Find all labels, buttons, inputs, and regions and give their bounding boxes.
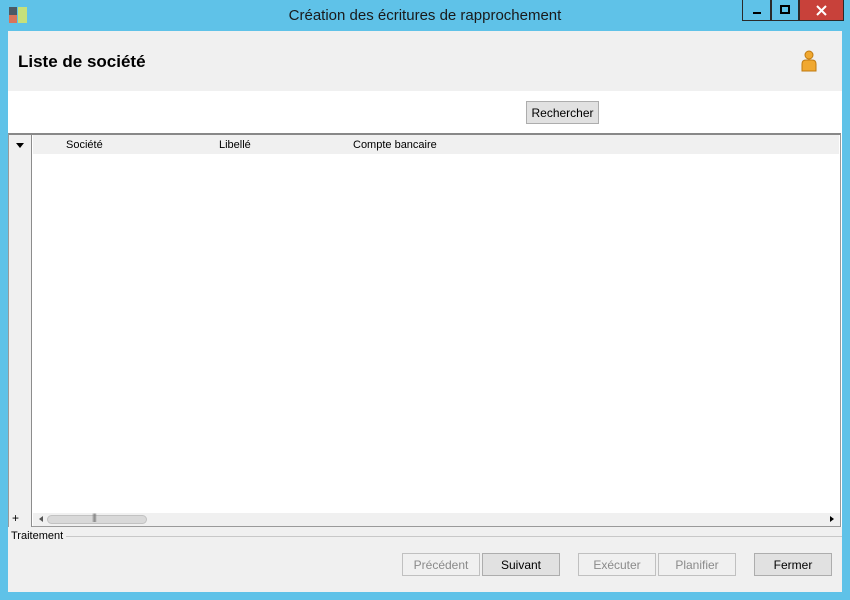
group-label-traitement: Traitement — [11, 530, 64, 542]
next-button[interactable]: Suivant — [482, 553, 560, 576]
minimize-icon — [752, 12, 761, 14]
close-button[interactable] — [799, 0, 844, 21]
scroll-left-icon[interactable] — [39, 516, 43, 522]
horizontal-scrollbar[interactable]: + — [12, 511, 840, 526]
column-header-compte-bancaire[interactable]: Compte bancaire — [353, 139, 437, 151]
page-title: Liste de société — [18, 52, 146, 71]
user-icon[interactable] — [799, 50, 819, 72]
search-panel: Rechercher — [8, 91, 842, 132]
grid-column-header: Société Libellé Compte bancaire — [33, 135, 839, 154]
client-area: Liste de société Rechercher Société Libe… — [8, 31, 842, 592]
minimize-button[interactable] — [742, 0, 771, 21]
column-header-libelle[interactable]: Libellé — [219, 139, 251, 151]
maximize-icon — [780, 5, 790, 14]
title-bar[interactable]: Création des écritures de rapprochement — [0, 0, 850, 30]
scroll-thumb[interactable] — [47, 512, 147, 524]
page-header: Liste de société — [8, 31, 842, 91]
scroll-right-icon[interactable] — [830, 516, 834, 522]
filter-arrow-icon[interactable] — [16, 143, 24, 148]
application-window: Création des écritures de rapprochement … — [0, 0, 850, 600]
group-divider — [66, 536, 842, 537]
close-form-button[interactable]: Fermer — [754, 553, 832, 576]
execute-button[interactable]: Exécuter — [578, 553, 656, 576]
window-title: Création des écritures de rapprochement — [288, 7, 562, 24]
previous-button[interactable]: Précédent — [402, 553, 480, 576]
grid-row-header — [9, 135, 32, 527]
column-header-societe[interactable]: Société — [66, 139, 103, 151]
maximize-button[interactable] — [771, 0, 799, 21]
company-grid[interactable]: Société Libellé Compte bancaire + — [8, 133, 841, 527]
close-icon — [816, 4, 827, 16]
schedule-button[interactable]: Planifier — [658, 553, 736, 576]
search-button[interactable]: Rechercher — [526, 101, 599, 124]
expand-plus-icon[interactable]: + — [12, 511, 19, 525]
